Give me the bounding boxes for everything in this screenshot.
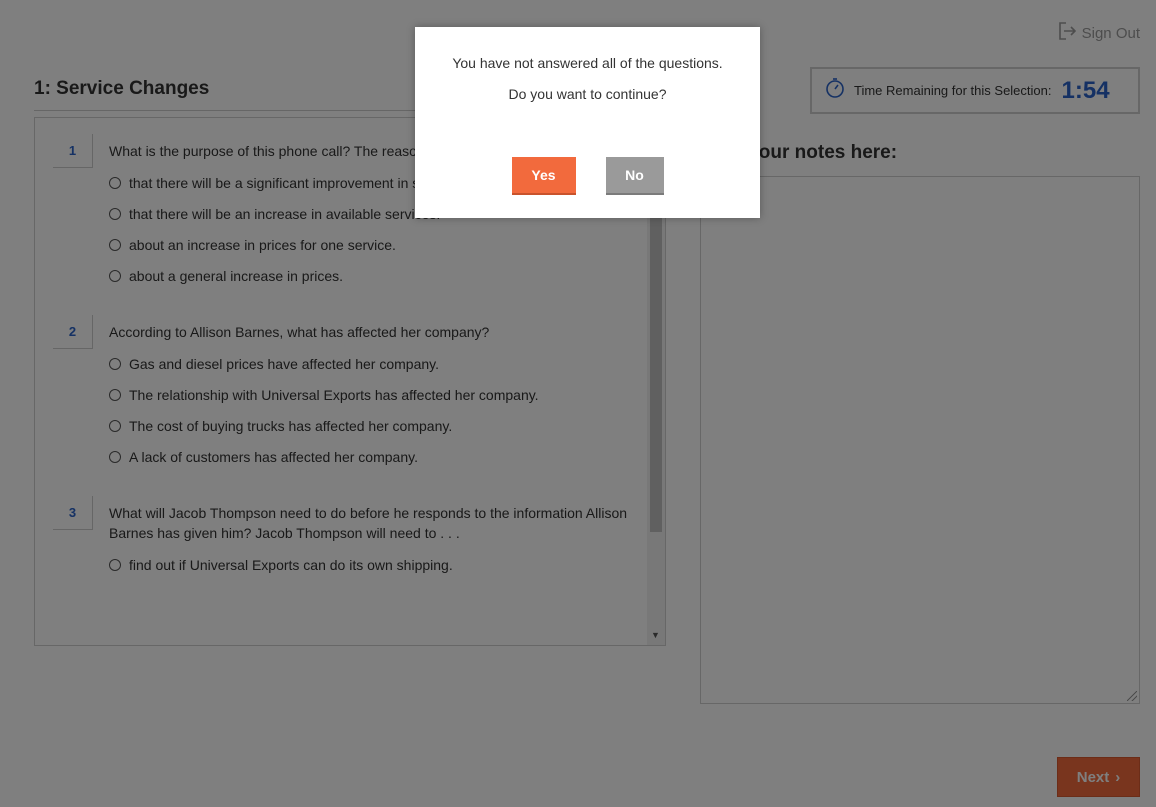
yes-button[interactable]: Yes	[511, 157, 576, 195]
no-button[interactable]: No	[605, 157, 664, 195]
dialog-question: Do you want to continue?	[508, 86, 667, 102]
dialog-message: You have not answered all of the questio…	[452, 55, 723, 71]
test-page: Sign Out 1: Service Changes Time Remaini…	[0, 0, 1156, 807]
confirm-dialog: You have not answered all of the questio…	[415, 27, 760, 218]
dialog-buttons: Yes No	[415, 157, 760, 195]
